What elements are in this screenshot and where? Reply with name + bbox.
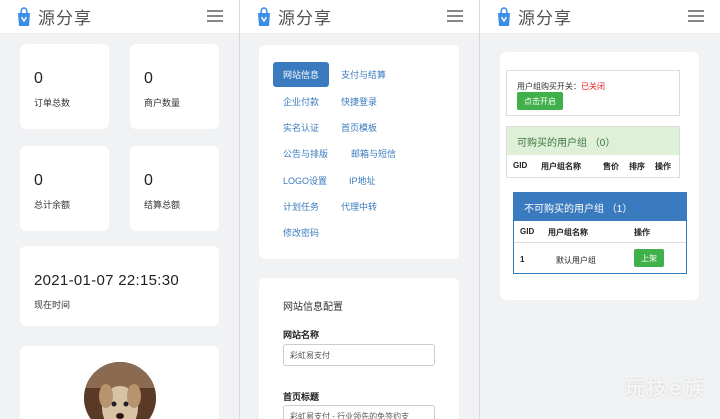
column-header: GID [513, 161, 528, 170]
avatar [84, 362, 156, 419]
purchase-toggle-box: 用户组购买开关：已关闭 点击开启 [506, 70, 680, 116]
brand-name: 源分享 [38, 9, 92, 28]
row-group-name: 默认用户组 [556, 256, 596, 265]
list-group-button[interactable]: 上架 [634, 249, 664, 267]
tab-change-password[interactable]: 修改密码 [273, 220, 329, 245]
tab-email-sms[interactable]: 邮箱与短信 [341, 141, 406, 166]
usergroup-card: 用户组购买开关：已关闭 点击开启 可购买的用户组 （0） GID 用户组名称 售… [500, 52, 699, 300]
brand-name: 源分享 [518, 9, 572, 28]
stat-label: 订单总数 [34, 98, 71, 108]
tab-payment-settlement[interactable]: 支付与结算 [331, 62, 396, 87]
site-name-input[interactable] [283, 344, 435, 366]
buyable-groups-header: 可购买的用户组 （0） [507, 127, 679, 155]
tab-announcement-layout[interactable]: 公告与排版 [273, 141, 338, 166]
non-buyable-groups-table: 不可购买的用户组 （1） GID 用户组名称 操作 1 默认用户组 上架 [513, 192, 687, 274]
stat-label: 结算总额 [144, 200, 181, 210]
tab-home-template[interactable]: 首页模板 [331, 115, 387, 140]
column-header: 售价 [603, 162, 619, 171]
shopping-bag-logo-icon [16, 6, 32, 27]
stat-value: 0 [144, 70, 153, 87]
non-buyable-groups-header: 不可购买的用户组 （1） [514, 193, 686, 221]
site-config-card: 网站信息配置 网站名称 首页标题 [259, 278, 459, 419]
column-header: 用户组名称 [541, 162, 581, 171]
hamburger-menu-icon[interactable] [447, 10, 463, 22]
dashboard-panel: 源分享 0 订单总数 0 商户数量 0 总计余额 0 结算总额 2021-01-… [0, 0, 239, 419]
top-bar: 源分享 [240, 0, 479, 34]
hamburger-menu-icon[interactable] [207, 10, 223, 22]
home-title-label: 首页标题 [283, 392, 320, 402]
stat-card-merchants: 0 商户数量 [130, 44, 219, 129]
stat-value: 0 [34, 70, 43, 87]
stat-label: 总计余额 [34, 200, 71, 210]
home-title-input[interactable] [283, 405, 435, 419]
stat-card-orders: 0 订单总数 [20, 44, 109, 129]
brand-name: 源分享 [278, 9, 332, 28]
watermark: 玩技e族 [624, 376, 706, 400]
stat-value: 0 [144, 172, 153, 189]
column-header: 操作 [655, 162, 671, 171]
row-gid: 1 [520, 255, 525, 264]
purchase-toggle-text: 用户组购买开关：已关闭 [517, 82, 605, 91]
column-header: 排序 [629, 162, 645, 171]
enable-purchase-button[interactable]: 点击开启 [517, 92, 563, 110]
column-header: 操作 [634, 228, 650, 237]
stat-value: 0 [34, 172, 43, 189]
purchase-toggle-status: 已关闭 [581, 82, 605, 91]
tab-real-name[interactable]: 实名认证 [273, 115, 329, 140]
time-label: 现在时间 [34, 300, 71, 310]
tab-site-info[interactable]: 网站信息 [273, 62, 330, 87]
stat-card-balance: 0 总计余额 [20, 146, 109, 231]
tab-proxy-relay[interactable]: 代理中转 [331, 194, 387, 219]
column-header: 用户组名称 [548, 228, 588, 237]
profile-card [20, 346, 219, 419]
tab-logo-settings[interactable]: LOGO设置 [273, 168, 337, 193]
tab-enterprise-payment[interactable]: 企业付款 [273, 89, 329, 114]
usergroup-panel: 源分享 用户组购买开关：已关闭 点击开启 可购买的用户组 （0） GID 用户组… [480, 0, 720, 419]
column-header: GID [520, 227, 535, 236]
tab-ip-address[interactable]: IP地址 [339, 168, 386, 193]
site-name-label: 网站名称 [283, 330, 320, 340]
top-bar: 源分享 [480, 0, 720, 34]
stat-card-settlement: 0 结算总额 [130, 146, 219, 231]
current-time: 2021-01-07 22:15:30 [34, 272, 179, 289]
settings-panel: 源分享 网站信息 支付与结算 企业付款 快捷登录 实名认证 首页模板 公告与排版… [240, 0, 479, 419]
hamburger-menu-icon[interactable] [688, 10, 704, 22]
shopping-bag-logo-icon [496, 6, 512, 27]
tab-quick-login[interactable]: 快捷登录 [331, 89, 387, 114]
config-title: 网站信息配置 [283, 302, 343, 313]
time-card: 2021-01-07 22:15:30 现在时间 [20, 246, 219, 326]
buyable-groups-table: 可购买的用户组 （0） GID 用户组名称 售价 排序 操作 [506, 126, 680, 178]
stat-label: 商户数量 [144, 98, 181, 108]
shopping-bag-logo-icon [256, 6, 272, 27]
top-bar: 源分享 [0, 0, 239, 34]
settings-nav-card: 网站信息 支付与结算 企业付款 快捷登录 实名认证 首页模板 公告与排版 邮箱与… [259, 45, 459, 259]
row-divider [514, 242, 686, 243]
tab-scheduled-tasks[interactable]: 计划任务 [273, 194, 329, 219]
